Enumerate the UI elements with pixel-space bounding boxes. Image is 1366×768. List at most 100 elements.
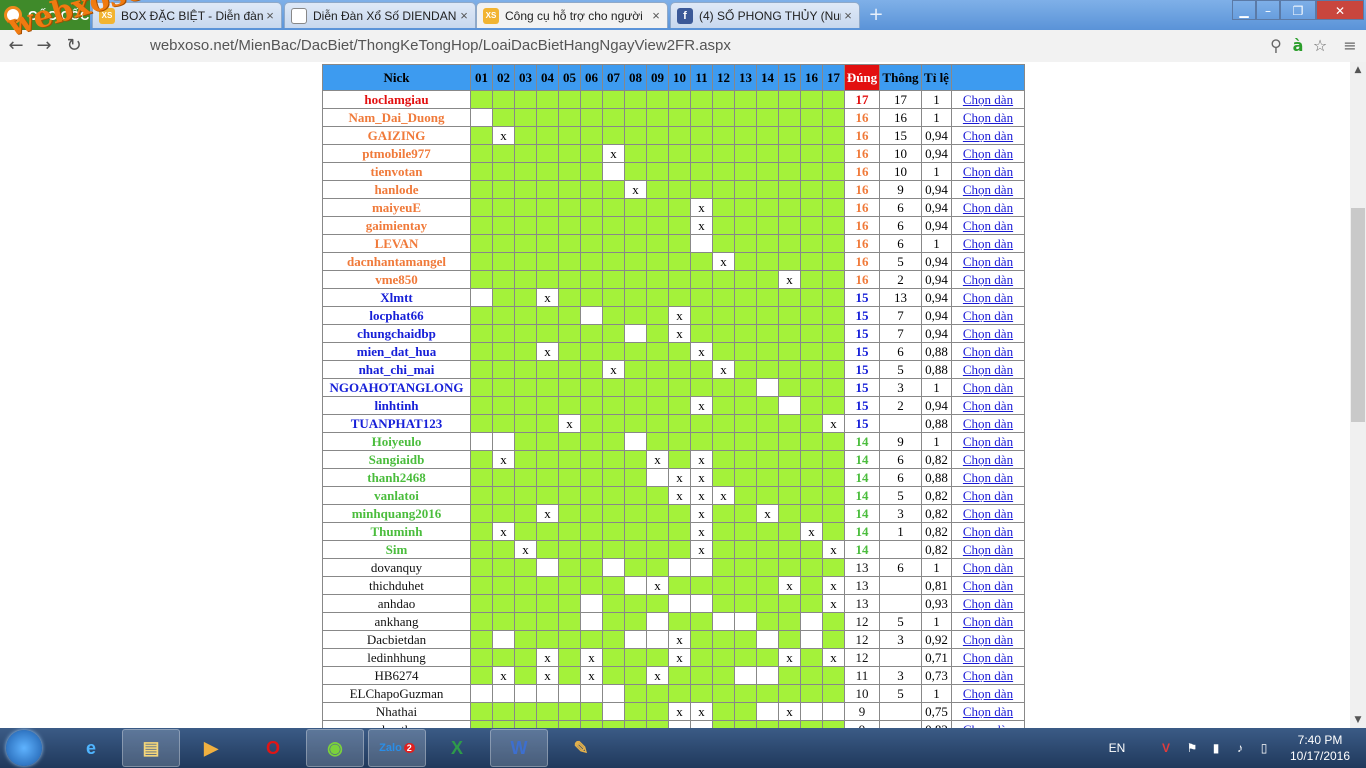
chon-dan-link[interactable]: Chọn dàn (963, 236, 1013, 251)
coccoc-browser-icon[interactable]: ◉ (306, 729, 364, 767)
volume-icon[interactable]: ♪ (1230, 728, 1250, 768)
chon-dan-link[interactable]: Chọn dàn (963, 110, 1013, 125)
chon-dan-link[interactable]: Chọn dàn (963, 146, 1013, 161)
chon-dan-link[interactable]: Chọn dàn (963, 524, 1013, 539)
number-cell-01 (470, 108, 493, 127)
number-cell-12 (712, 378, 735, 397)
nick-cell: ledinhhung (322, 648, 471, 667)
chon-dan-link[interactable]: Chọn dàn (963, 578, 1013, 593)
chon-dan-link[interactable]: Chọn dàn (963, 344, 1013, 359)
chon-dan-link[interactable]: Chọn dàn (963, 308, 1013, 323)
chon-dan-link[interactable]: Chọn dàn (963, 272, 1013, 287)
reload-icon[interactable]: ↻ (62, 34, 86, 58)
chon-dan-link[interactable]: Chọn dàn (963, 614, 1013, 629)
number-cell-02 (492, 414, 515, 433)
chon-dan-link[interactable]: Chọn dàn (963, 668, 1013, 683)
chon-dan-link[interactable]: Chọn dàn (963, 326, 1013, 341)
number-cell-05 (558, 576, 581, 595)
chon-dan-link[interactable]: Chọn dàn (963, 704, 1013, 719)
paint-icon[interactable]: ✎ (552, 729, 610, 767)
vietnamese-typing-icon[interactable]: à (1288, 34, 1308, 58)
number-cell-01 (470, 486, 493, 505)
close-window-button[interactable]: ✕ (1316, 0, 1364, 20)
number-cell-05 (558, 126, 581, 145)
minimize-window-button[interactable]: ▁ (1232, 0, 1256, 20)
opera-icon[interactable]: O (244, 729, 302, 767)
chon-dan-link[interactable]: Chọn dàn (963, 452, 1013, 467)
chon-dan-link[interactable]: Chọn dàn (963, 218, 1013, 233)
chon-dan-link[interactable]: Chọn dàn (963, 254, 1013, 269)
close-tab-icon[interactable]: × (457, 8, 471, 23)
tab-so-phong-thuy[interactable]: f (4) SỐ PHONG THỦY (Num × (670, 2, 860, 28)
minimize-button[interactable]: – (1256, 0, 1280, 20)
chon-dan-link[interactable]: Chọn dàn (963, 488, 1013, 503)
chon-dan-link[interactable]: Chọn dàn (963, 686, 1013, 701)
url-field[interactable]: webxoso.net/MienBac/DacBiet/ThongKeTongH… (96, 34, 1336, 58)
start-button[interactable] (6, 730, 42, 766)
chon-dan-link[interactable]: Chọn dàn (963, 506, 1013, 521)
file-explorer-icon[interactable]: ▤ (122, 729, 180, 767)
battery-icon[interactable]: ▯ (1254, 728, 1274, 768)
chon-dan-link[interactable]: Chọn dàn (963, 362, 1013, 377)
language-indicator[interactable]: EN (1104, 728, 1130, 768)
link-cell: Chọn dàn (951, 450, 1025, 469)
close-tab-icon[interactable]: × (841, 8, 855, 23)
link-cell: Chọn dàn (951, 432, 1025, 451)
chon-dan-link[interactable]: Chọn dàn (963, 560, 1013, 575)
maximize-button[interactable]: ❐ (1280, 0, 1316, 20)
chon-dan-link[interactable]: Chọn dàn (963, 542, 1013, 557)
chon-dan-link[interactable]: Chọn dàn (963, 182, 1013, 197)
chon-dan-link[interactable]: Chọn dàn (963, 380, 1013, 395)
chon-dan-link[interactable]: Chọn dàn (963, 416, 1013, 431)
chon-dan-link[interactable]: Chọn dàn (963, 470, 1013, 485)
number-cell-12: x (712, 486, 735, 505)
network-signal-icon[interactable]: ▮ (1206, 728, 1226, 768)
antivirus-tray-icon[interactable]: V (1156, 728, 1176, 768)
close-tab-icon[interactable]: × (649, 8, 663, 23)
scroll-up-arrow-icon[interactable]: ▲ (1350, 62, 1366, 78)
close-tab-icon[interactable]: × (263, 8, 277, 23)
chon-dan-link[interactable]: Chọn dàn (963, 290, 1013, 305)
chon-dan-link[interactable]: Chọn dàn (963, 92, 1013, 107)
number-cell-03 (514, 324, 537, 343)
chon-dan-link[interactable]: Chọn dàn (963, 650, 1013, 665)
chon-dan-link[interactable]: Chọn dàn (963, 200, 1013, 215)
bookmark-star-icon[interactable]: ☆ (1310, 34, 1330, 58)
chon-dan-link[interactable]: Chọn dàn (963, 164, 1013, 179)
internet-explorer-icon[interactable]: e (62, 729, 120, 767)
action-center-flag-icon[interactable]: ⚑ (1182, 728, 1202, 768)
tile-cell: 0,82 (921, 450, 952, 469)
dung-cell: 16 (844, 252, 880, 271)
media-player-icon[interactable]: ▶ (182, 729, 240, 767)
number-cell-06 (580, 126, 603, 145)
number-cell-15 (778, 288, 801, 307)
zoom-search-icon[interactable]: ⚲ (1266, 34, 1286, 58)
system-clock[interactable]: 7:40 PM 10/17/2016 (1280, 732, 1360, 764)
forward-arrow-icon[interactable]: → (32, 34, 56, 58)
zalo-icon[interactable]: Zalo 2 (368, 729, 426, 767)
chon-dan-link[interactable]: Chọn dàn (963, 632, 1013, 647)
number-cell-08 (624, 432, 647, 451)
vertical-scrollbar[interactable]: ▲ ▼ (1350, 62, 1366, 728)
scrollbar-thumb[interactable] (1351, 208, 1365, 422)
menu-icon[interactable]: ≡ (1340, 34, 1360, 58)
table-row: Nhathai x x x 9 0,75 Chọn dàn (322, 702, 1025, 721)
number-cell-17 (822, 234, 845, 253)
tab-dien-dan[interactable]: Diễn Đàn Xổ Số DIENDAN × (284, 2, 476, 28)
number-cell-10 (668, 432, 691, 451)
new-tab-button[interactable]: + (866, 5, 886, 25)
excel-icon[interactable]: X (428, 729, 486, 767)
number-cell-17 (822, 378, 845, 397)
tab-cong-cu-active[interactable]: XS Công cụ hỗ trợ cho người × (476, 2, 668, 28)
chon-dan-link[interactable]: Chọn dàn (963, 398, 1013, 413)
number-cell-15 (778, 504, 801, 523)
number-cell-07 (602, 180, 625, 199)
header-col-12: 12 (712, 64, 735, 91)
chon-dan-link[interactable]: Chọn dàn (963, 434, 1013, 449)
word-icon[interactable]: W (490, 729, 548, 767)
dung-cell: 13 (844, 594, 880, 613)
scroll-down-arrow-icon[interactable]: ▼ (1350, 712, 1366, 728)
chon-dan-link[interactable]: Chọn dàn (963, 596, 1013, 611)
chon-dan-link[interactable]: Chọn dàn (963, 128, 1013, 143)
header-tile: Tỉ lệ (921, 64, 952, 91)
